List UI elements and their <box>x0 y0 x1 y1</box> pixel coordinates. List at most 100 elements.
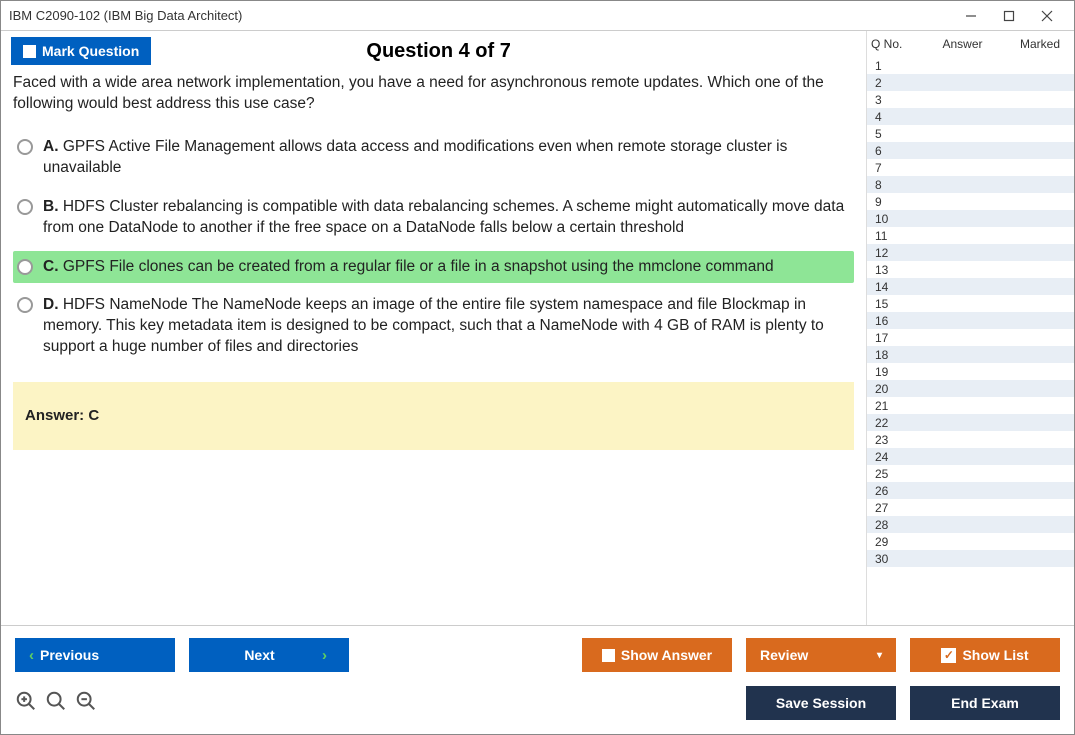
zoom-reset-icon[interactable] <box>45 690 67 717</box>
list-item-number: 9 <box>867 195 911 209</box>
zoom-in-icon[interactable] <box>15 690 37 717</box>
list-item[interactable]: 5 <box>867 125 1074 142</box>
question-header: Mark Question Question 4 of 7 <box>1 37 866 73</box>
list-item[interactable]: 4 <box>867 108 1074 125</box>
list-item[interactable]: 18 <box>867 346 1074 363</box>
chevron-down-icon: ▾ <box>877 650 882 661</box>
list-item[interactable]: 19 <box>867 363 1074 380</box>
list-item-number: 25 <box>867 467 911 481</box>
list-item-number: 21 <box>867 399 911 413</box>
question-list-panel: Q No. Answer Marked 12345678910111213141… <box>866 31 1074 625</box>
list-item-number: 10 <box>867 212 911 226</box>
chevron-right-icon: › <box>322 647 327 664</box>
option-text: A. GPFS Active File Management allows da… <box>43 137 850 179</box>
show-list-button[interactable]: ✓ Show List <box>910 638 1060 672</box>
radio-icon[interactable] <box>17 259 33 275</box>
list-item-number: 27 <box>867 501 911 515</box>
list-item-number: 11 <box>867 229 911 243</box>
list-item-number: 20 <box>867 382 911 396</box>
question-list[interactable]: 1234567891011121314151617181920212223242… <box>867 57 1074 625</box>
list-item-number: 14 <box>867 280 911 294</box>
list-item[interactable]: 6 <box>867 142 1074 159</box>
footer-row-1: ‹ Previous Next › Show Answer Review ▾ ✓… <box>15 638 1060 672</box>
list-item[interactable]: 3 <box>867 91 1074 108</box>
list-item[interactable]: 17 <box>867 329 1074 346</box>
zoom-controls <box>15 690 97 717</box>
question-list-header: Q No. Answer Marked <box>867 31 1074 57</box>
save-session-button[interactable]: Save Session <box>746 686 896 720</box>
list-item[interactable]: 11 <box>867 227 1074 244</box>
radio-icon[interactable] <box>17 199 33 215</box>
list-item-number: 16 <box>867 314 911 328</box>
option-row[interactable]: D. HDFS NameNode The NameNode keeps an i… <box>13 289 854 364</box>
review-label: Review <box>760 647 808 663</box>
list-item[interactable]: 26 <box>867 482 1074 499</box>
previous-button[interactable]: ‹ Previous <box>15 638 175 672</box>
question-number-title: Question 4 of 7 <box>151 40 856 63</box>
list-item-number: 29 <box>867 535 911 549</box>
list-item[interactable]: 27 <box>867 499 1074 516</box>
close-button[interactable] <box>1028 2 1066 30</box>
zoom-out-icon[interactable] <box>75 690 97 717</box>
option-row[interactable]: A. GPFS Active File Management allows da… <box>13 131 854 185</box>
option-row[interactable]: B. HDFS Cluster rebalancing is compatibl… <box>13 191 854 245</box>
list-item-number: 26 <box>867 484 911 498</box>
mark-question-button[interactable]: Mark Question <box>11 37 151 65</box>
list-item[interactable]: 21 <box>867 397 1074 414</box>
list-item[interactable]: 30 <box>867 550 1074 567</box>
checkbox-icon <box>602 649 615 662</box>
list-item-number: 22 <box>867 416 911 430</box>
option-text: B. HDFS Cluster rebalancing is compatibl… <box>43 197 850 239</box>
footer: ‹ Previous Next › Show Answer Review ▾ ✓… <box>1 625 1074 733</box>
list-item-number: 13 <box>867 263 911 277</box>
review-dropdown[interactable]: Review ▾ <box>746 638 896 672</box>
list-item[interactable]: 9 <box>867 193 1074 210</box>
chevron-left-icon: ‹ <box>29 647 34 664</box>
list-item[interactable]: 8 <box>867 176 1074 193</box>
list-item[interactable]: 29 <box>867 533 1074 550</box>
list-item[interactable]: 1 <box>867 57 1074 74</box>
show-answer-label: Show Answer <box>621 647 712 663</box>
title-bar: IBM C2090-102 (IBM Big Data Architect) <box>1 1 1074 31</box>
list-item[interactable]: 28 <box>867 516 1074 533</box>
list-item[interactable]: 13 <box>867 261 1074 278</box>
list-item[interactable]: 12 <box>867 244 1074 261</box>
radio-icon[interactable] <box>17 297 33 313</box>
list-item-number: 2 <box>867 76 911 90</box>
list-item-number: 15 <box>867 297 911 311</box>
list-item[interactable]: 15 <box>867 295 1074 312</box>
end-exam-button[interactable]: End Exam <box>910 686 1060 720</box>
show-answer-button[interactable]: Show Answer <box>582 638 732 672</box>
options-list: A. GPFS Active File Management allows da… <box>13 131 854 364</box>
list-item[interactable]: 23 <box>867 431 1074 448</box>
radio-icon[interactable] <box>17 139 33 155</box>
minimize-button[interactable] <box>952 2 990 30</box>
list-item[interactable]: 7 <box>867 159 1074 176</box>
next-button[interactable]: Next › <box>189 638 349 672</box>
list-item[interactable]: 24 <box>867 448 1074 465</box>
list-item[interactable]: 14 <box>867 278 1074 295</box>
question-panel: Mark Question Question 4 of 7 Faced with… <box>1 31 866 625</box>
list-item-number: 18 <box>867 348 911 362</box>
list-item[interactable]: 25 <box>867 465 1074 482</box>
option-row[interactable]: C. GPFS File clones can be created from … <box>13 251 854 284</box>
list-item-number: 5 <box>867 127 911 141</box>
col-qno: Q No. <box>871 37 915 51</box>
question-body: Faced with a wide area network implement… <box>1 73 866 450</box>
list-item[interactable]: 20 <box>867 380 1074 397</box>
list-item[interactable]: 16 <box>867 312 1074 329</box>
answer-box: Answer: C <box>13 382 854 450</box>
list-item[interactable]: 22 <box>867 414 1074 431</box>
question-text: Faced with a wide area network implement… <box>13 73 854 115</box>
list-item-number: 6 <box>867 144 911 158</box>
list-item-number: 28 <box>867 518 911 532</box>
list-item[interactable]: 2 <box>867 74 1074 91</box>
list-item[interactable]: 10 <box>867 210 1074 227</box>
maximize-button[interactable] <box>990 2 1028 30</box>
list-item-number: 30 <box>867 552 911 566</box>
footer-row-2: Save Session End Exam <box>15 686 1060 720</box>
main-area: Mark Question Question 4 of 7 Faced with… <box>1 31 1074 625</box>
list-item-number: 7 <box>867 161 911 175</box>
list-item-number: 8 <box>867 178 911 192</box>
mark-question-label: Mark Question <box>42 43 139 59</box>
